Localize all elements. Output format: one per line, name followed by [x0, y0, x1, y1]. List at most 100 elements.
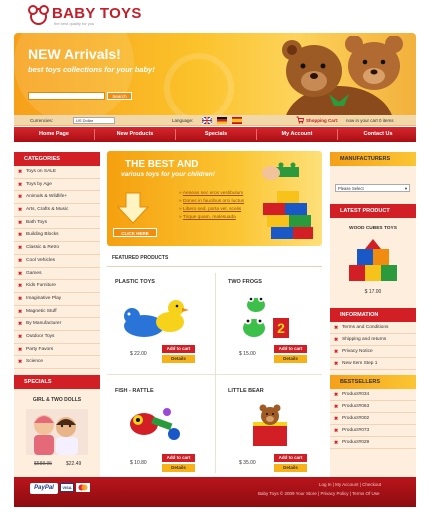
cart-label[interactable]: Shopping Cart:: [306, 115, 339, 126]
bullet-x-icon: ✖: [18, 333, 23, 340]
promo-list-item[interactable]: » Aenean nec eros vestibulum: [179, 191, 244, 196]
bullet-x-icon: ✖: [18, 359, 23, 366]
info-link[interactable]: ✖ Shipping and returns: [330, 334, 416, 346]
bullet-x-icon: ✖: [18, 283, 23, 290]
add-to-cart-button[interactable]: Add to cart: [274, 454, 307, 462]
manufacturer-select[interactable]: Please Select ▼: [335, 184, 410, 192]
nav-my-account[interactable]: My Account: [257, 127, 337, 142]
category-item[interactable]: ✖ Animals & Wildlife+: [14, 191, 100, 205]
category-item[interactable]: ✖ Cool Vehicles: [14, 255, 100, 268]
bullet-x-icon: ✖: [18, 295, 23, 302]
currencies-label: Currencies:: [30, 118, 54, 123]
language-label: Language:: [172, 118, 194, 123]
product-name[interactable]: LITTLE BEAR: [228, 388, 264, 394]
category-item[interactable]: ✖ Toys by Age: [14, 179, 100, 192]
details-button[interactable]: Details: [162, 355, 195, 363]
search-input[interactable]: [28, 92, 105, 100]
logo-subtitle: the best quality for you: [54, 21, 95, 26]
shopping-cart-icon[interactable]: [296, 116, 304, 124]
details-button[interactable]: Details: [274, 355, 307, 363]
categories-list: ✖ Toys on SALE ✖ Toys by Age ✖ Animals & Wi…: [14, 166, 100, 369]
two-frogs-image[interactable]: 2: [240, 290, 300, 340]
logo-title[interactable]: BABY TOYS: [52, 5, 142, 22]
bullet-x-icon: ✖: [18, 232, 23, 239]
bestseller-item[interactable]: ✖ Product#063: [330, 401, 416, 413]
english-flag-icon[interactable]: [202, 117, 212, 124]
nav-contact-us[interactable]: Contact Us: [338, 127, 418, 142]
specials-header: SPECIALS: [14, 375, 100, 389]
special-product-name[interactable]: GIRL & TWO DOLLS: [14, 397, 100, 403]
category-item[interactable]: ✖ Magnetic Stuff: [14, 306, 100, 319]
dolls-image[interactable]: [26, 409, 88, 455]
bestseller-item[interactable]: ✖ Product#073: [330, 425, 416, 437]
category-item[interactable]: ✖ Classic & Retro: [14, 242, 100, 255]
category-item[interactable]: ✖ Party Favors: [14, 344, 100, 357]
nav-home[interactable]: Home Page: [14, 127, 94, 142]
add-to-cart-button[interactable]: Add to cart: [162, 345, 195, 353]
latest-product-name[interactable]: WOOD CUBES TOYS: [330, 226, 416, 231]
promo-list: » Aenean nec eros vestibulum » Donec in …: [179, 191, 244, 220]
category-item[interactable]: ✖ Science: [14, 356, 100, 369]
nav-new-products[interactable]: New Products: [95, 127, 175, 142]
details-button[interactable]: Details: [274, 464, 307, 472]
latest-product-header: LATEST PRODUCT: [330, 204, 416, 218]
bullet-x-icon: ✖: [18, 219, 23, 226]
product-name[interactable]: FISH - RATTLE: [115, 388, 154, 394]
featured-divider: [107, 266, 322, 267]
left-sidebar: CATEGORIES ✖ Toys on SALE ✖ Toys by Age ✖ A…: [14, 152, 100, 477]
category-item[interactable]: ✖ Games: [14, 268, 100, 281]
promo-list-item[interactable]: » Libero sed, porta vel, scelis: [179, 207, 244, 212]
click-here-button[interactable]: CLICK HERE: [113, 228, 157, 237]
footer-copyright: Baby Toys © 2009 Your Store | Privacy Po…: [258, 491, 380, 496]
paypal-logo: PayPal: [30, 483, 58, 494]
product-name[interactable]: PLASTIC TOYS: [115, 279, 155, 285]
nav-specials[interactable]: Specials: [176, 127, 256, 142]
promo-list-item[interactable]: » Donec in faucibus orci luctus: [179, 199, 244, 204]
category-item[interactable]: ✖ Imaginative Play: [14, 293, 100, 306]
currency-select[interactable]: US Dollar: [73, 117, 115, 124]
product-price: $ 10.80: [130, 460, 147, 466]
add-to-cart-button[interactable]: Add to cart: [274, 345, 307, 353]
bullet-x-icon: ✖: [18, 245, 23, 252]
plastic-toys-image[interactable]: [120, 294, 190, 339]
bestseller-item[interactable]: ✖ Product#029: [330, 437, 416, 449]
search-button[interactable]: Search: [107, 92, 132, 100]
spanish-flag-icon[interactable]: [232, 117, 242, 124]
bullet-x-icon: ✖: [18, 194, 23, 201]
promo-list-item[interactable]: » Tirque quam, malesuada: [179, 215, 244, 220]
building-blocks-image: [262, 162, 313, 239]
product-price: $ 35.00: [239, 460, 256, 466]
info-link[interactable]: ✖ Terms and Conditions: [330, 322, 416, 334]
information-header: INFORMATION: [330, 308, 416, 322]
wood-cubes-image[interactable]: [345, 237, 401, 283]
info-link[interactable]: ✖ New Item Step 1: [330, 358, 416, 370]
bestseller-item[interactable]: ✖ Product#002: [330, 413, 416, 425]
bullet-x-icon: ✖: [18, 169, 23, 175]
details-button[interactable]: Details: [162, 464, 195, 472]
categories-header: CATEGORIES: [14, 152, 100, 166]
promo-subtitle: various toys for your children!: [121, 171, 215, 178]
category-item[interactable]: ✖ By Manufacturer: [14, 318, 100, 331]
category-item[interactable]: ✖ Kids Furniture: [14, 280, 100, 293]
add-to-cart-button[interactable]: Add to cart: [162, 454, 195, 462]
category-item[interactable]: ✖ Building Blocks: [14, 229, 100, 243]
category-item[interactable]: ✖ Arts, Crafts & Music: [14, 204, 100, 217]
mastercard-logo: [76, 483, 90, 492]
category-item[interactable]: ✖ Bath Toys: [14, 217, 100, 230]
bestsellers-header: BESTSELLERS: [330, 375, 416, 389]
promo-title: THE BEST AND: [125, 159, 199, 170]
download-arrow-icon: [116, 192, 150, 224]
visa-logo: VISA: [60, 483, 74, 492]
little-bear-image[interactable]: [245, 398, 295, 448]
cart-status: now in your cart 0 items: [346, 118, 394, 123]
german-flag-icon[interactable]: [217, 117, 227, 124]
product-grid-divider: [215, 273, 216, 473]
footer-links[interactable]: Log In | My Account | Checkout: [319, 482, 381, 487]
info-link[interactable]: ✖ Privacy Notice: [330, 346, 416, 358]
promo-banner: THE BEST AND various toys for your child…: [107, 151, 322, 246]
bestseller-item[interactable]: ✖ Product#034: [330, 389, 416, 401]
category-item[interactable]: ✖ Toys on SALE: [14, 166, 100, 179]
product-name[interactable]: TWO FROGS: [228, 279, 262, 285]
fish-rattle-image[interactable]: [122, 398, 187, 448]
category-item[interactable]: ✖ Outdoor Toys: [14, 331, 100, 344]
